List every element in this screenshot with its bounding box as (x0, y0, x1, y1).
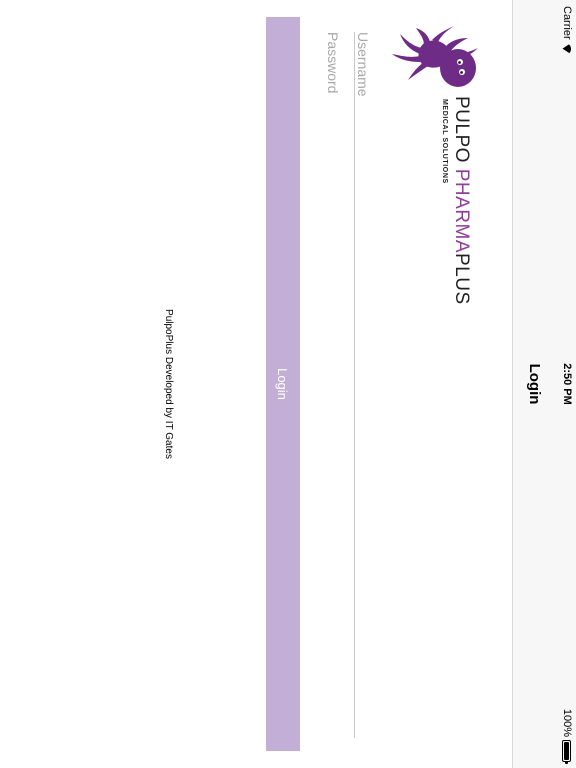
field-divider (354, 32, 355, 738)
logo-word-pharma: PHARMA (451, 168, 472, 253)
login-screen: Carrier 2:50 PM 100% Login PULPO PHARMAP… (0, 0, 576, 768)
navigation-bar: Login (512, 0, 556, 768)
status-bar: Carrier 2:50 PM 100% (556, 0, 576, 768)
pulpo-pharmaplus-logo: PULPO PHARMAPLUS MEDICAL SOLUTIONS (390, 24, 482, 305)
status-right: 100% (561, 709, 573, 762)
login-button[interactable]: Login (266, 17, 300, 751)
status-time: 2:50 PM (561, 363, 573, 405)
logo-wordmark: PULPO PHARMAPLUS (450, 96, 472, 305)
footer-credit: PulpoPlus Developed by IT Gates (163, 309, 174, 459)
octopus-logo-icon (392, 26, 478, 87)
username-field-container (348, 32, 378, 742)
logo-word-plus: PLUS (451, 253, 472, 305)
logo-tagline: MEDICAL SOLUTIONS (441, 99, 448, 184)
logo-word-pulpo: PULPO (451, 96, 472, 169)
username-input[interactable] (348, 32, 378, 742)
battery-percentage: 100% (561, 708, 573, 737)
page-title: Login (526, 363, 543, 405)
password-input[interactable] (318, 32, 348, 742)
password-field-container (318, 32, 348, 742)
battery-icon (562, 740, 572, 762)
